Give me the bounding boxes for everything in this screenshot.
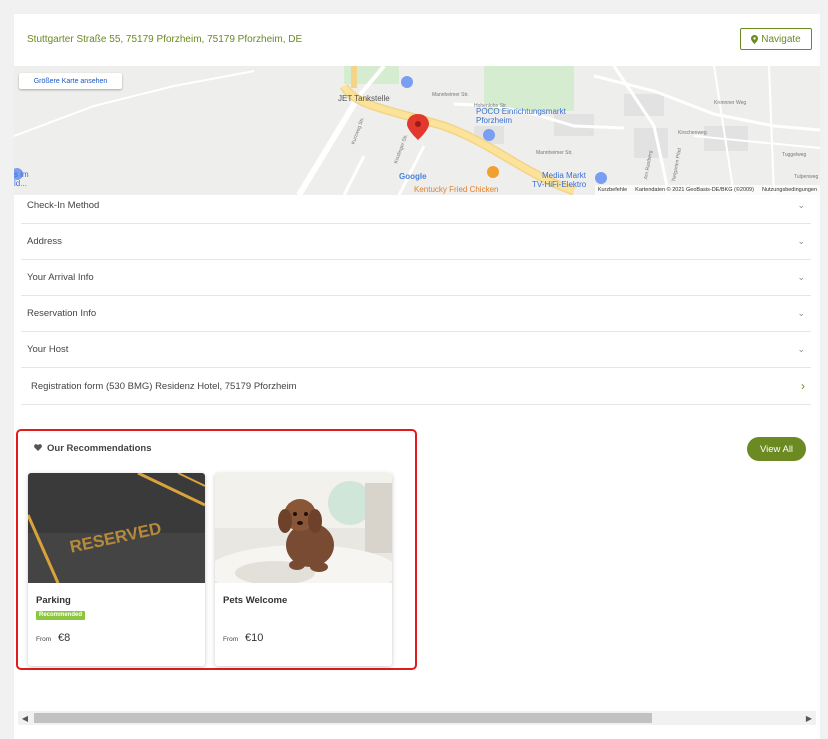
google-logo: Google xyxy=(399,172,427,181)
scrollbar-thumb[interactable] xyxy=(34,713,652,723)
card-title: Pets Welcome xyxy=(223,595,288,606)
street-label: Mannheimer Str. xyxy=(536,150,573,156)
scroll-left-icon[interactable]: ◀ xyxy=(18,711,32,725)
accordion-label: Your Arrival Info xyxy=(27,272,94,283)
heart-icon xyxy=(34,443,42,454)
price-value: €8 xyxy=(58,632,71,644)
card-title: Parking xyxy=(36,595,71,606)
street-label: Tulpenweg xyxy=(794,174,819,180)
map-label-edge-2: ld... xyxy=(14,179,27,188)
horizontal-scrollbar[interactable]: ◀ ▶ xyxy=(18,711,816,725)
accordion-label: Your Host xyxy=(27,344,69,355)
map-pin-icon xyxy=(751,34,759,44)
map-label-edge-1: s im xyxy=(14,170,29,179)
chevron-down-icon: ⌄ xyxy=(797,308,805,318)
street-label: Kronnner Weg xyxy=(714,100,747,106)
recommendation-card-parking[interactable]: RESERVED Parking Recommended From €8 xyxy=(28,473,205,666)
navigate-label: Navigate xyxy=(761,33,801,45)
price-from-label: From xyxy=(36,636,52,643)
accordion-arrival-info[interactable]: Your Arrival Info ⌄ xyxy=(21,260,811,296)
street-label: Tuggelweg xyxy=(782,152,807,158)
bigger-map-button[interactable]: Größere Karte ansehen xyxy=(19,73,122,89)
chevron-down-icon: ⌄ xyxy=(797,344,805,354)
street-label: Mannheimer Str. xyxy=(432,92,469,98)
accordion-your-host[interactable]: Your Host ⌄ xyxy=(21,332,811,368)
property-panel: Stuttgarter Straße 55, 75179 Pforzheim, … xyxy=(14,14,820,739)
accordion-address[interactable]: Address ⌄ xyxy=(21,224,811,260)
chevron-down-icon: ⌄ xyxy=(797,236,805,246)
map-label-media-1: Media Markt xyxy=(542,171,587,180)
recommendations-title-text: Our Recommendations xyxy=(47,443,152,454)
recommendations-title: Our Recommendations xyxy=(34,443,152,454)
info-accordion: Check-In Method ⌄ Address ⌄ Your Arrival… xyxy=(21,188,811,405)
street-label: Hohenlohe Str. xyxy=(474,103,508,109)
recommended-badge: Recommended xyxy=(36,611,86,620)
address-bar: Stuttgarter Straße 55, 75179 Pforzheim, … xyxy=(14,14,820,67)
parking-image: RESERVED xyxy=(28,473,205,583)
address-text: Stuttgarter Straße 55, 75179 Pforzheim, … xyxy=(27,34,303,45)
pets-image xyxy=(215,473,392,583)
registration-form-link[interactable]: Registration form (530 BMG) Residenz Hot… xyxy=(21,368,811,405)
scroll-right-icon[interactable]: ▶ xyxy=(802,711,816,725)
map-label-jet: JET Tankstelle xyxy=(338,94,390,103)
price-from-label: From xyxy=(223,636,239,643)
accordion-reservation-info[interactable]: Reservation Info ⌄ xyxy=(21,296,811,332)
recommendation-card-pets[interactable]: Pets Welcome From €10 xyxy=(215,473,392,666)
view-all-button[interactable]: View All xyxy=(747,437,806,461)
accordion-label: Check-In Method xyxy=(27,200,100,211)
price-value: €10 xyxy=(245,632,264,644)
map-view[interactable]: Größere Karte ansehen JET Tankstelle POC… xyxy=(14,66,820,195)
chevron-down-icon: ⌄ xyxy=(797,272,805,282)
street-label: Kirschenweg xyxy=(678,130,707,136)
accordion-label: Address xyxy=(27,236,62,247)
chevron-right-icon: › xyxy=(801,379,805,393)
chevron-down-icon: ⌄ xyxy=(797,200,805,210)
navigate-button[interactable]: Navigate xyxy=(740,28,812,50)
map-label-poco-2: Pforzheim xyxy=(476,116,513,125)
accordion-label: Reservation Info xyxy=(27,308,97,319)
registration-label: Registration form (530 BMG) Residenz Hot… xyxy=(31,380,297,392)
accordion-check-in-method[interactable]: Check-In Method ⌄ xyxy=(21,188,811,224)
